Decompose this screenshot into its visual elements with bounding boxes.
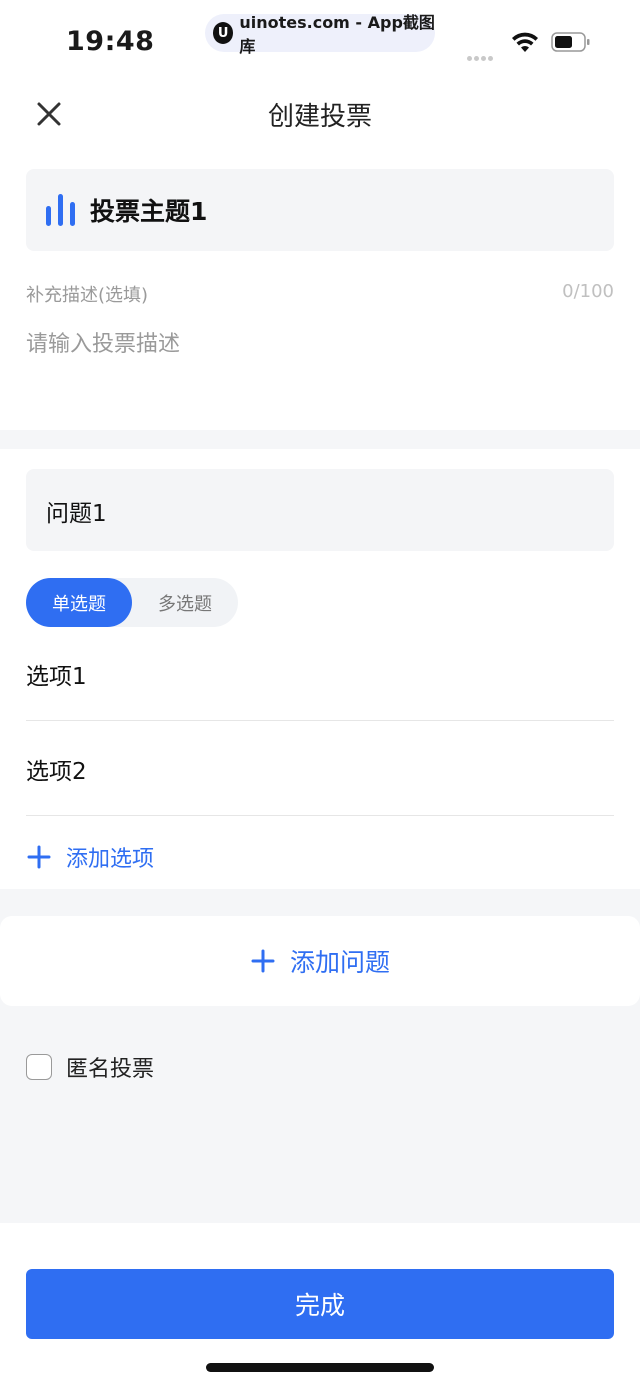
option-label: 选项2 — [26, 759, 87, 785]
option-item[interactable]: 选项1 — [26, 625, 614, 721]
plus-icon — [251, 949, 275, 973]
bottom-bar: 完成 — [0, 1223, 640, 1385]
page-title: 创建投票 — [267, 102, 372, 132]
watermark-logo: U — [213, 22, 234, 44]
add-option-button[interactable]: 添加选项 — [26, 837, 154, 877]
add-question-button[interactable]: 添加问题 — [0, 916, 640, 1006]
add-question-label: 添加问题 — [289, 948, 390, 977]
bar-chart-icon — [46, 194, 75, 226]
question-type-toggle: 单选题 多选题 — [26, 578, 238, 627]
anonymous-vote-label: 匿名投票 — [66, 1057, 155, 1082]
status-time: 19:48 — [66, 26, 155, 57]
option-item[interactable]: 选项2 — [26, 720, 614, 816]
watermark-badge: U uinotes.com - App截图库 — [205, 13, 435, 56]
description-label: 补充描述(选填) — [26, 285, 149, 306]
cellular-signal-icon — [467, 46, 495, 65]
home-indicator — [206, 1363, 434, 1372]
plus-icon — [27, 845, 51, 869]
anonymous-vote-checkbox[interactable]: 匿名投票 — [26, 1051, 154, 1083]
checkbox-box[interactable] — [26, 1054, 52, 1080]
nav-bar: 创建投票 — [0, 80, 640, 150]
status-bar: 19:48 U uinotes.com - App截图库 — [0, 0, 640, 80]
description-input[interactable] — [26, 332, 614, 357]
multi-choice-tab[interactable]: 多选题 — [132, 578, 238, 627]
question-section: 问题1 单选题 多选题 选项1 选项2 添加选项 — [0, 449, 640, 889]
single-choice-tab[interactable]: 单选题 — [26, 578, 132, 627]
battery-icon — [551, 32, 590, 52]
done-button[interactable]: 完成 — [26, 1269, 614, 1339]
option-label: 选项1 — [26, 664, 87, 690]
wifi-icon — [512, 32, 538, 52]
description-char-count: 0/100 — [562, 281, 614, 302]
question-title-field[interactable]: 问题1 — [26, 469, 614, 551]
vote-topic-text: 投票主题1 — [90, 197, 208, 226]
vote-topic-field[interactable]: 投票主题1 — [26, 169, 614, 251]
vote-info-section: 投票主题1 补充描述(选填) 0/100 — [0, 150, 640, 430]
question-title-text: 问题1 — [46, 501, 107, 527]
add-option-label: 添加选项 — [66, 847, 155, 872]
watermark-text: uinotes.com - App截图库 — [239, 13, 435, 56]
